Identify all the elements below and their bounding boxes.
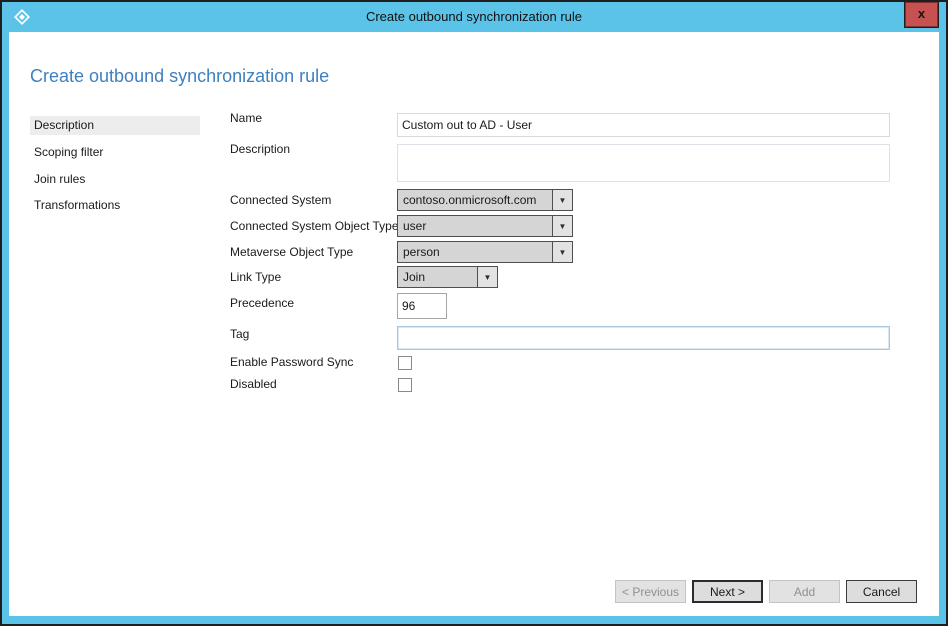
- close-button[interactable]: x: [904, 1, 939, 28]
- chevron-down-icon[interactable]: ▼: [552, 216, 572, 236]
- metaverse-object-type-label: Metaverse Object Type: [230, 245, 354, 259]
- metaverse-object-type-dropdown[interactable]: person ▼: [397, 241, 573, 263]
- chevron-down-icon[interactable]: ▼: [552, 242, 572, 262]
- cancel-button[interactable]: Cancel: [846, 580, 917, 603]
- connected-system-object-type-label: Connected System Object Type: [230, 219, 399, 233]
- sidebar-item-description[interactable]: Description: [30, 116, 200, 135]
- previous-button[interactable]: < Previous: [615, 580, 686, 603]
- name-input[interactable]: [397, 113, 890, 137]
- precedence-label: Precedence: [230, 296, 295, 310]
- link-type-label: Link Type: [230, 270, 282, 284]
- tag-input[interactable]: [397, 326, 890, 350]
- chevron-down-icon[interactable]: ▼: [552, 190, 572, 210]
- connected-system-object-type-value: user: [403, 219, 427, 233]
- add-button[interactable]: Add: [769, 580, 840, 603]
- sidebar-item-join-rules[interactable]: Join rules: [30, 170, 200, 189]
- sidebar-item-transformations[interactable]: Transformations: [30, 196, 200, 215]
- name-label: Name: [230, 111, 263, 125]
- tag-label: Tag: [230, 327, 250, 341]
- metaverse-object-type-value: person: [403, 245, 440, 259]
- disabled-label: Disabled: [230, 377, 277, 391]
- connected-system-dropdown[interactable]: contoso.onmicrosoft.com ▼: [397, 189, 573, 211]
- link-type-value: Join: [403, 270, 426, 284]
- sync-rules-diamond-icon: [13, 8, 31, 26]
- dialog-window: Create outbound synchronization rule x C…: [0, 0, 948, 626]
- precedence-input[interactable]: [397, 293, 447, 319]
- description-input[interactable]: [397, 144, 890, 182]
- connected-system-object-type-dropdown[interactable]: user ▼: [397, 215, 573, 237]
- connected-system-value: contoso.onmicrosoft.com: [403, 193, 537, 207]
- sidebar-item-scoping-filter[interactable]: Scoping filter: [30, 143, 200, 162]
- window-title: Create outbound synchronization rule: [365, 9, 583, 24]
- enable-password-sync-label: Enable Password Sync: [230, 355, 354, 369]
- disabled-checkbox[interactable]: [398, 378, 412, 392]
- chevron-down-icon[interactable]: ▼: [477, 267, 497, 287]
- link-type-dropdown[interactable]: Join ▼: [397, 266, 498, 288]
- enable-password-sync-checkbox[interactable]: [398, 356, 412, 370]
- connected-system-label: Connected System: [230, 193, 332, 207]
- page-title: Create outbound synchronization rule: [30, 66, 330, 86]
- next-button[interactable]: Next >: [692, 580, 763, 603]
- description-label: Description: [230, 142, 291, 156]
